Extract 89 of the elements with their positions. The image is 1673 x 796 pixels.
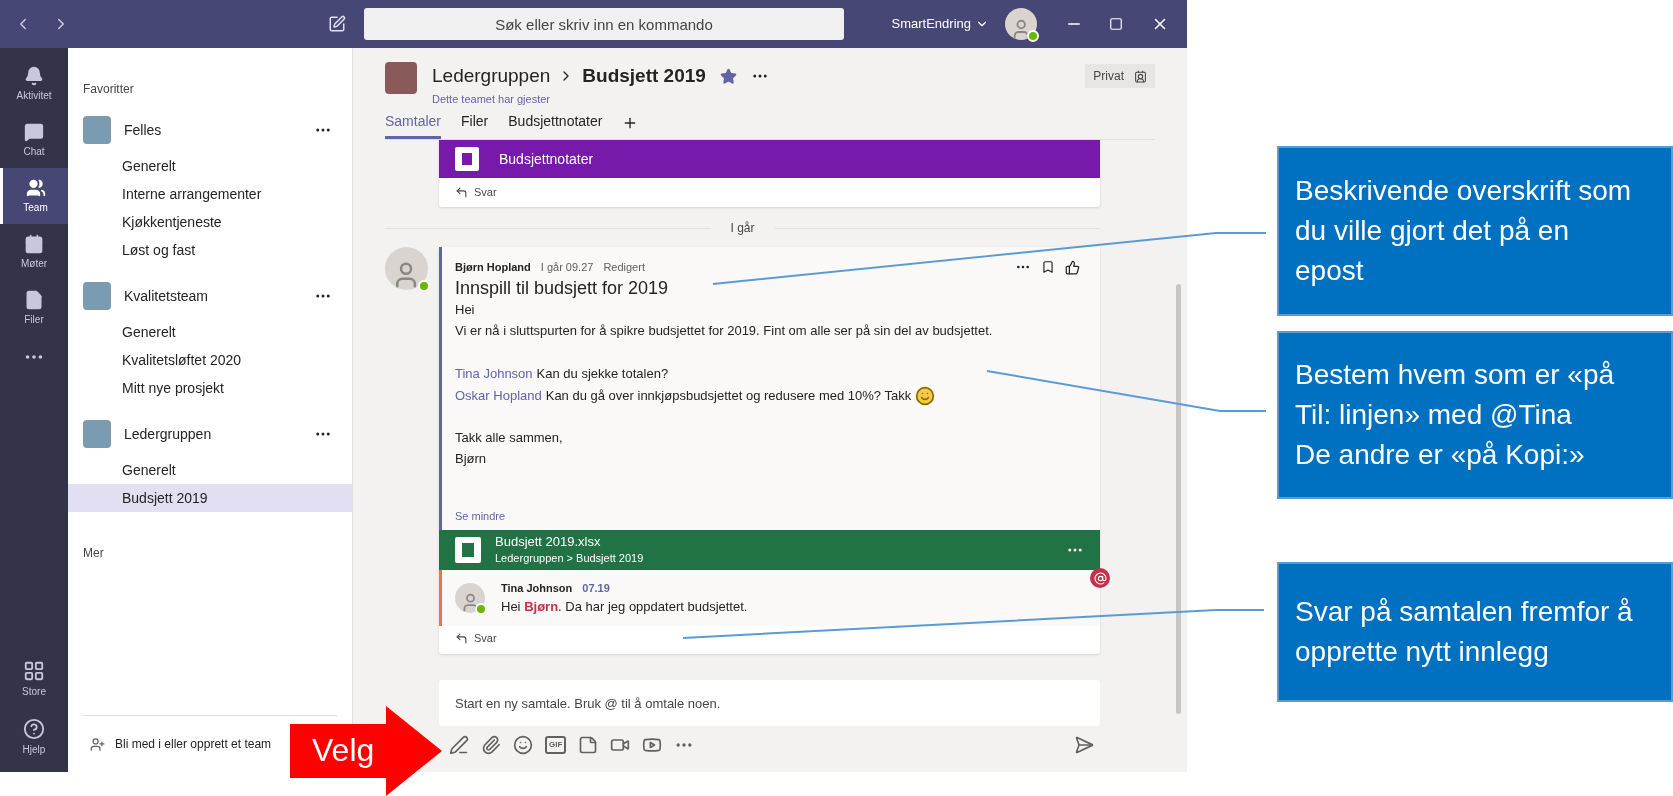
- calendar-icon: [24, 233, 44, 254]
- compose-field[interactable]: Start en ny samtale. Bruk @ til å omtale noen.: [439, 680, 1100, 726]
- team-avatar: [83, 420, 111, 448]
- message-text: Hei Bjørn. Da har jeg oppdatert budsjettet.: [501, 597, 748, 616]
- rail-item[interactable]: Aktivitet: [0, 56, 68, 112]
- tab[interactable]: Samtaler: [385, 111, 442, 139]
- reply-button[interactable]: Svar: [439, 178, 1100, 207]
- send-icon[interactable]: [1074, 735, 1094, 755]
- gif-button[interactable]: GIF: [545, 736, 567, 754]
- help-icon: [23, 717, 45, 740]
- spreadsheet-icon: [455, 537, 481, 563]
- video-play-icon[interactable]: [642, 735, 663, 755]
- file-path: Ledergruppen > Budsjett 2019: [495, 551, 644, 566]
- reply-arrow-icon: [455, 631, 468, 645]
- rail-item[interactable]: Møter: [0, 224, 68, 280]
- format-icon[interactable]: [449, 735, 469, 755]
- rail-item[interactable]: Hjelp: [0, 708, 68, 766]
- channel-item[interactable]: Løst og fast: [68, 236, 352, 264]
- mention-link[interactable]: Oskar Hopland: [455, 385, 542, 406]
- compose-icon[interactable]: [328, 15, 346, 33]
- message-text: Takk alle sammen,: [455, 428, 564, 447]
- channel-item[interactable]: Interne arrangementer: [68, 180, 352, 208]
- channel-item[interactable]: Generelt: [68, 152, 352, 180]
- post-time: 07.19: [582, 581, 610, 596]
- section-heading: Mer: [83, 545, 105, 562]
- channel-item[interactable]: Kjøkkentjeneste: [68, 208, 352, 236]
- arrow-label: Velg: [312, 731, 375, 770]
- emoji-icon[interactable]: [513, 735, 533, 755]
- channel-item[interactable]: Generelt: [68, 456, 352, 484]
- team-name[interactable]: Ledergruppen: [124, 423, 212, 445]
- channel-item[interactable]: Kvalitetsløftet 2020: [68, 346, 352, 374]
- tab[interactable]: Filer: [461, 111, 489, 139]
- team-name[interactable]: Kvalitetsteam: [124, 285, 209, 307]
- author-name: Bjørn Hopland: [455, 260, 531, 275]
- file-name[interactable]: Budsjettnotater: [499, 148, 594, 170]
- paperclip-icon[interactable]: [481, 735, 501, 755]
- callout-text: Bestem hvem som er «på Til: linjen» med @Tina: [1295, 358, 1616, 432]
- store-icon: [23, 659, 45, 682]
- post-subject: Innspill til budsjett for 2019: [455, 276, 670, 300]
- star-icon[interactable]: [719, 67, 737, 85]
- rail-item[interactable]: Filer: [0, 280, 68, 336]
- see-less-link[interactable]: Se mindre: [455, 507, 1080, 524]
- rail-item[interactable]: Chat: [0, 112, 68, 168]
- team-name[interactable]: Ledergruppen: [432, 62, 551, 91]
- contact-card-icon: [1134, 69, 1147, 83]
- callout-text: Beskrivende overskrift som du ville gjort det på en epost: [1295, 174, 1633, 288]
- callout-text: Svar på samtalen fremfor å opprette nytt innlegg: [1295, 595, 1634, 669]
- team-name[interactable]: Felles: [124, 119, 162, 141]
- join-team-button[interactable]: Bli med i eller opprett et team: [68, 716, 276, 772]
- channel-item[interactable]: Generelt: [68, 318, 352, 346]
- rail-item[interactable]: Team: [0, 168, 68, 224]
- privacy-button[interactable]: Privat: [1085, 64, 1155, 88]
- rail-item[interactable]: Store: [0, 650, 68, 708]
- search-field[interactable]: Søk eller skriv inn en kommando: [364, 8, 844, 40]
- team-avatar: [83, 116, 111, 144]
- add-people-icon: [90, 736, 105, 752]
- date-divider: I går: [729, 220, 756, 237]
- mention-link[interactable]: Tina Johnson: [455, 363, 533, 384]
- reply-button[interactable]: Svar: [439, 626, 1100, 650]
- team-avatar: [83, 282, 111, 310]
- post-time: I går 09.27: [540, 260, 594, 275]
- edited-label: Redigert: [603, 260, 645, 275]
- thumbs-up-icon[interactable]: [1065, 259, 1080, 275]
- message-text: Kan du sjekke totalen?: [536, 364, 669, 383]
- message-text: Kan du gå over innkjøpsbudsjettet og redusere med 10%? Takk: [545, 386, 912, 405]
- section-heading: Favoritter: [83, 81, 135, 98]
- bookmark-icon[interactable]: [1041, 260, 1055, 275]
- account-button[interactable]: SmartEndring: [891, 14, 989, 34]
- bell-icon: [24, 65, 44, 86]
- maximize-icon[interactable]: [1109, 17, 1123, 31]
- author-name: Tina Johnson: [501, 581, 573, 596]
- teams-icon: [25, 177, 46, 198]
- channel-item[interactable]: Mitt nye prosjekt: [68, 374, 352, 402]
- file-icon: [24, 289, 44, 310]
- tab[interactable]: Budsjettnotater: [508, 111, 603, 139]
- file-name: Budsjett 2019.xlsx: [495, 534, 602, 550]
- callout-text: De andre er «på Kopi:»: [1295, 438, 1586, 472]
- channel-title: Budsjett 2019: [582, 64, 706, 88]
- message-text: Vi er nå i sluttspurten for å spikre budsjettet for 2019. Fint om alle ser på sin del av budsjettet.: [455, 321, 994, 340]
- team-avatar: [385, 62, 417, 94]
- message-text: Bjørn: [455, 449, 488, 468]
- sticker-icon[interactable]: [578, 735, 599, 755]
- chat-icon: [24, 121, 44, 142]
- notebook-icon: [455, 147, 479, 171]
- reply-arrow-icon: [455, 186, 468, 199]
- message-text: Hei: [455, 300, 476, 319]
- attachment-banner[interactable]: Budsjett 2019.xlsx Ledergruppen > Budsjett 2019: [439, 530, 1100, 570]
- guest-notice: Dette teamet har gjester: [432, 91, 551, 107]
- channel-item[interactable]: Budsjett 2019: [68, 484, 352, 512]
